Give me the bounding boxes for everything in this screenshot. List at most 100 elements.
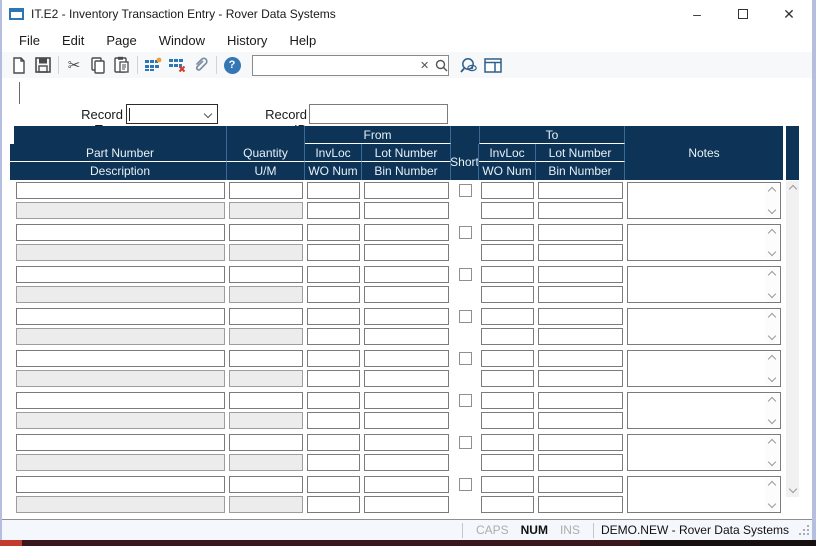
- notes-input[interactable]: [627, 266, 781, 303]
- from-wo-num-input[interactable]: [307, 244, 360, 261]
- from-invloc-input[interactable]: [307, 392, 360, 409]
- to-lot-number-input[interactable]: [538, 392, 623, 409]
- to-lot-number-input[interactable]: [538, 224, 623, 241]
- to-invloc-input[interactable]: [481, 266, 534, 283]
- short-checkbox[interactable]: [459, 352, 472, 365]
- cut-button[interactable]: ✂: [62, 54, 86, 76]
- scroll-up-icon[interactable]: [768, 481, 776, 489]
- short-checkbox[interactable]: [459, 268, 472, 281]
- to-invloc-input[interactable]: [481, 392, 534, 409]
- short-checkbox[interactable]: [459, 310, 472, 323]
- scroll-up-icon[interactable]: [768, 439, 776, 447]
- short-checkbox[interactable]: [459, 184, 472, 197]
- to-wo-num-input[interactable]: [481, 370, 534, 387]
- search-clear-icon[interactable]: ✕: [416, 59, 433, 72]
- notes-scrollbar[interactable]: [765, 310, 779, 343]
- short-checkbox[interactable]: [459, 436, 472, 449]
- from-wo-num-input[interactable]: [307, 454, 360, 471]
- to-invloc-input[interactable]: [481, 434, 534, 451]
- notes-scrollbar[interactable]: [765, 478, 779, 511]
- from-lot-number-input[interactable]: [364, 476, 449, 493]
- scroll-down-icon[interactable]: [768, 374, 776, 382]
- from-lot-number-input[interactable]: [364, 392, 449, 409]
- from-wo-num-input[interactable]: [307, 286, 360, 303]
- to-bin-number-input[interactable]: [538, 496, 623, 513]
- to-wo-num-input[interactable]: [481, 454, 534, 471]
- from-lot-number-input[interactable]: [364, 182, 449, 199]
- to-invloc-input[interactable]: [481, 350, 534, 367]
- menu-file[interactable]: File: [8, 30, 51, 51]
- part-number-input[interactable]: [16, 434, 225, 451]
- quantity-input[interactable]: [229, 266, 303, 283]
- menu-history[interactable]: History: [216, 30, 278, 51]
- from-invloc-input[interactable]: [307, 350, 360, 367]
- from-invloc-input[interactable]: [307, 308, 360, 325]
- quantity-input[interactable]: [229, 182, 303, 199]
- scroll-down-icon[interactable]: [768, 248, 776, 256]
- notes-scrollbar[interactable]: [765, 352, 779, 385]
- minimize-button[interactable]: –: [674, 0, 720, 28]
- notes-input[interactable]: [627, 434, 781, 471]
- scroll-up-icon[interactable]: [768, 313, 776, 321]
- save-button[interactable]: [31, 54, 55, 76]
- close-button[interactable]: ✕: [766, 0, 812, 28]
- quantity-input[interactable]: [229, 350, 303, 367]
- from-bin-number-input[interactable]: [364, 412, 449, 429]
- scroll-up-icon[interactable]: [768, 397, 776, 405]
- from-invloc-input[interactable]: [307, 182, 360, 199]
- search-input[interactable]: [253, 57, 416, 74]
- record-type-select[interactable]: [126, 104, 218, 124]
- menu-edit[interactable]: Edit: [51, 30, 95, 51]
- insert-row-button[interactable]: [141, 54, 165, 76]
- quantity-input[interactable]: [229, 434, 303, 451]
- copy-button[interactable]: [86, 54, 110, 76]
- from-wo-num-input[interactable]: [307, 412, 360, 429]
- from-invloc-input[interactable]: [307, 434, 360, 451]
- from-wo-num-input[interactable]: [307, 496, 360, 513]
- help-button[interactable]: ?: [220, 54, 244, 76]
- scrollbar-up-icon[interactable]: [788, 185, 796, 193]
- record-id-input[interactable]: [309, 104, 448, 124]
- notes-input[interactable]: [627, 308, 781, 345]
- to-wo-num-input[interactable]: [481, 244, 534, 261]
- from-lot-number-input[interactable]: [364, 350, 449, 367]
- scroll-up-icon[interactable]: [768, 355, 776, 363]
- to-bin-number-input[interactable]: [538, 454, 623, 471]
- to-wo-num-input[interactable]: [481, 286, 534, 303]
- notes-input[interactable]: [627, 224, 781, 261]
- from-wo-num-input[interactable]: [307, 202, 360, 219]
- part-number-input[interactable]: [16, 266, 225, 283]
- menu-help[interactable]: Help: [278, 30, 327, 51]
- lookup-button[interactable]: [457, 54, 481, 76]
- to-lot-number-input[interactable]: [538, 350, 623, 367]
- from-bin-number-input[interactable]: [364, 286, 449, 303]
- scroll-up-icon[interactable]: [768, 271, 776, 279]
- short-checkbox[interactable]: [459, 226, 472, 239]
- to-wo-num-input[interactable]: [481, 202, 534, 219]
- to-bin-number-input[interactable]: [538, 286, 623, 303]
- from-wo-num-input[interactable]: [307, 370, 360, 387]
- from-bin-number-input[interactable]: [364, 328, 449, 345]
- to-lot-number-input[interactable]: [538, 266, 623, 283]
- menu-page[interactable]: Page: [95, 30, 147, 51]
- to-wo-num-input[interactable]: [481, 412, 534, 429]
- part-number-input[interactable]: [16, 350, 225, 367]
- part-number-input[interactable]: [16, 224, 225, 241]
- short-checkbox[interactable]: [459, 394, 472, 407]
- menu-window[interactable]: Window: [148, 30, 216, 51]
- part-number-input[interactable]: [16, 182, 225, 199]
- to-bin-number-input[interactable]: [538, 370, 623, 387]
- resize-grip[interactable]: [799, 525, 810, 536]
- scroll-down-icon[interactable]: [768, 206, 776, 214]
- notes-scrollbar[interactable]: [765, 394, 779, 427]
- from-bin-number-input[interactable]: [364, 370, 449, 387]
- to-lot-number-input[interactable]: [538, 182, 623, 199]
- to-bin-number-input[interactable]: [538, 412, 623, 429]
- quantity-input[interactable]: [229, 392, 303, 409]
- to-lot-number-input[interactable]: [538, 476, 623, 493]
- scroll-down-icon[interactable]: [768, 332, 776, 340]
- from-lot-number-input[interactable]: [364, 308, 449, 325]
- quantity-input[interactable]: [229, 224, 303, 241]
- from-invloc-input[interactable]: [307, 476, 360, 493]
- from-bin-number-input[interactable]: [364, 244, 449, 261]
